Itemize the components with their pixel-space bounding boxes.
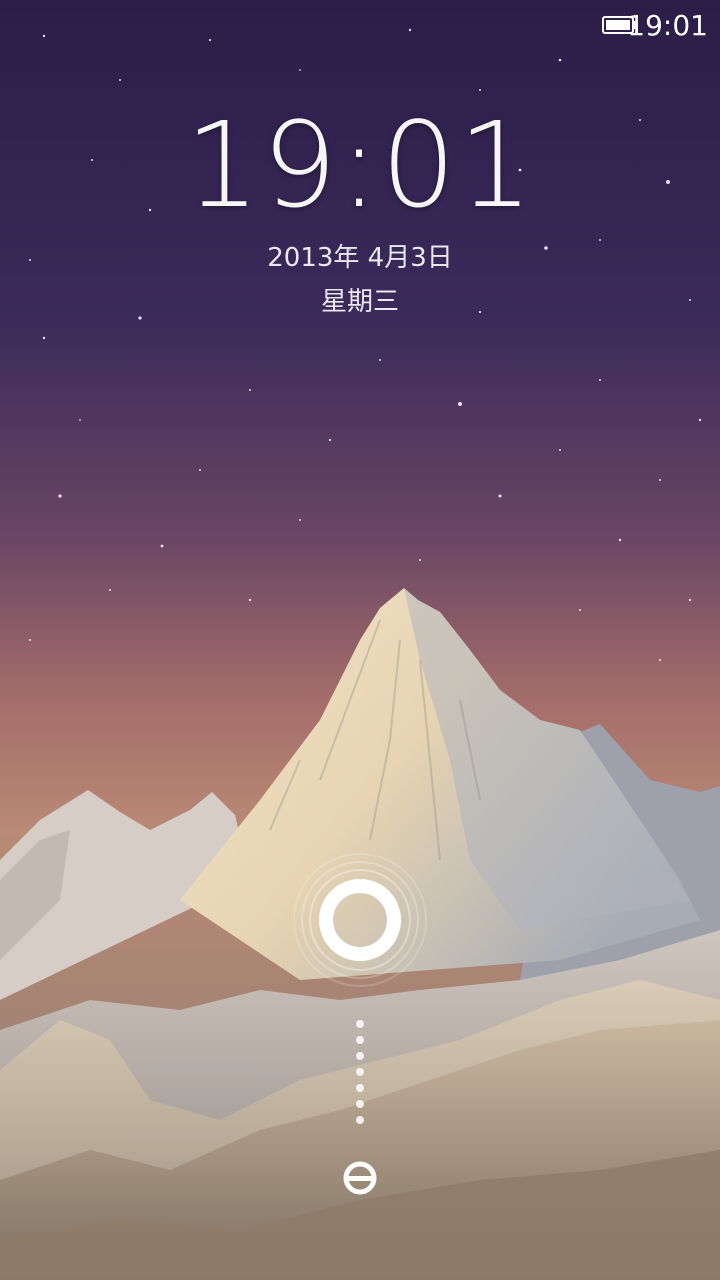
lock-screen: 19:01 19:01 2013年 4月3日 星期三: [0, 0, 720, 1280]
status-bar: 19:01: [0, 0, 720, 52]
miui-unlock-icon[interactable]: [340, 1158, 380, 1198]
dotted-track-icon: [352, 1016, 368, 1136]
lockscreen-clock: 19:01: [184, 96, 536, 234]
lockscreen-weekday: 星期三: [320, 287, 399, 317]
lockscreen-date: 2013年 4月3日: [267, 243, 453, 273]
unlock-ring-icon[interactable]: [290, 850, 430, 990]
status-time: 19:01: [627, 9, 708, 42]
